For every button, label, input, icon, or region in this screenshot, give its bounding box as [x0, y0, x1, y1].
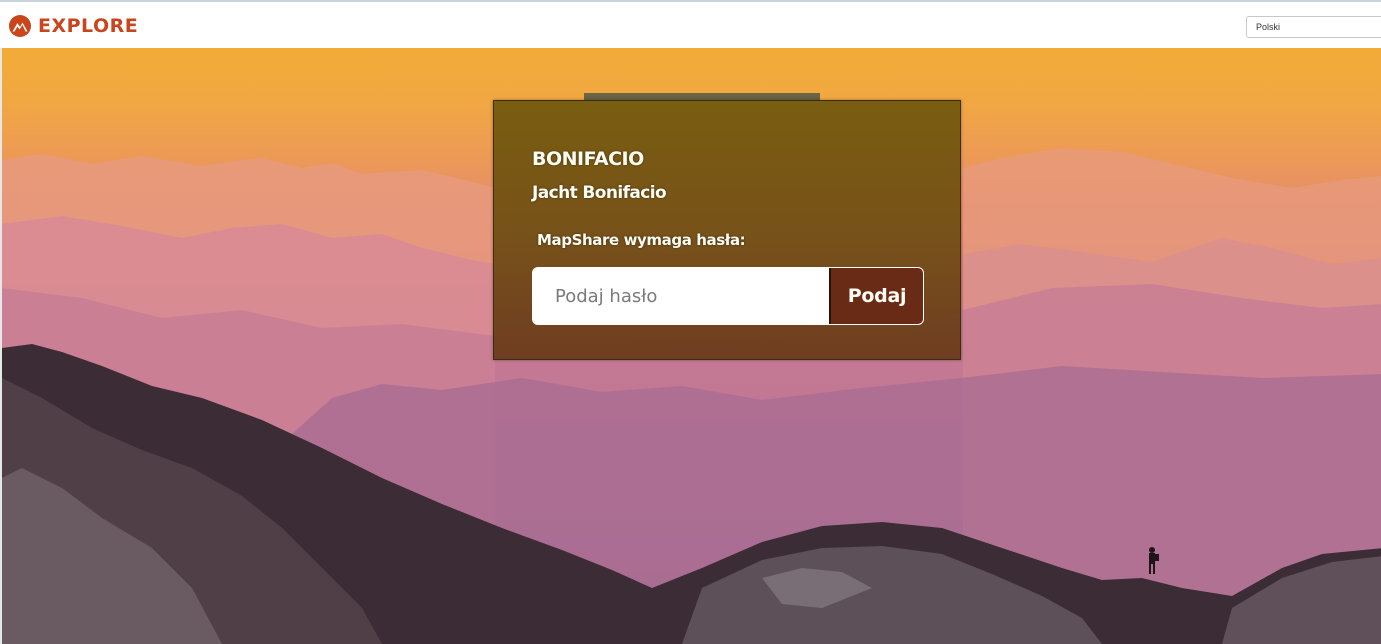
map-subtitle: Jacht Bonifacio — [532, 183, 667, 203]
submit-password-button[interactable]: Podaj — [829, 268, 923, 324]
mapshare-password-card: BONIFACIO Jacht Bonifacio MapShare wymag… — [493, 100, 961, 360]
password-form: Podaj — [532, 267, 924, 325]
map-title: BONIFACIO — [532, 148, 644, 170]
explore-logo-icon — [9, 15, 31, 37]
password-prompt: MapShare wymaga hasła: — [537, 231, 746, 249]
explore-logo[interactable]: EXPLORE — [8, 13, 138, 39]
brand-name: EXPLORE — [38, 15, 139, 37]
top-bar: EXPLORE Polski — [0, 0, 1381, 48]
password-input[interactable] — [533, 268, 829, 324]
card-top-tab — [584, 93, 820, 100]
language-select[interactable]: Polski — [1246, 16, 1381, 38]
